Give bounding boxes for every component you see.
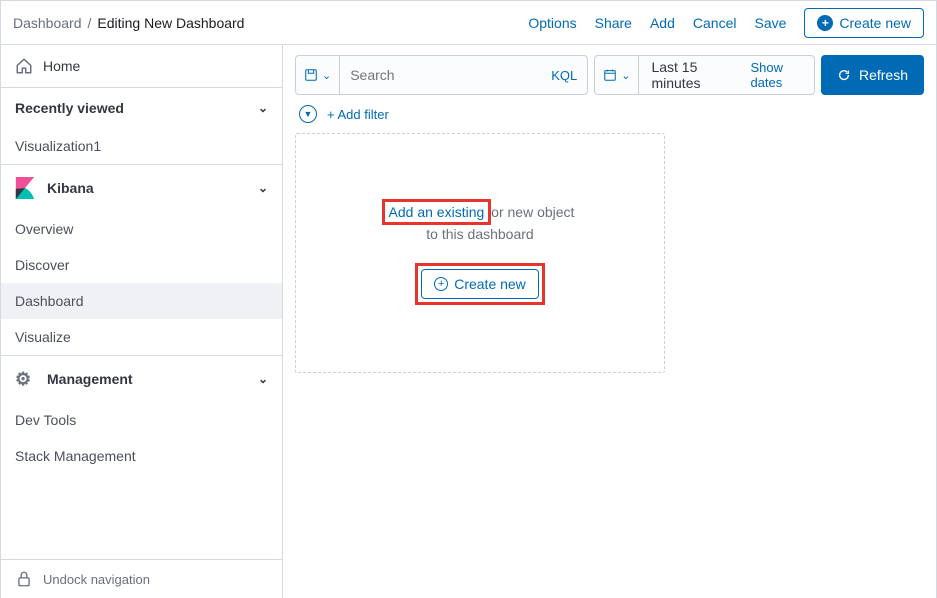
plus-circle-outline-icon: +	[434, 277, 448, 291]
dropzone-line2: to this dashboard	[426, 226, 533, 242]
main-content: ⌄ KQL ⌄ Last 15 minutes Show dates Refre…	[283, 45, 936, 598]
gear-icon: ⚙	[15, 368, 35, 390]
top-bar: Dashboard / Editing New Dashboard Option…	[1, 1, 936, 45]
breadcrumb-separator: /	[88, 15, 92, 31]
sidebar-item-dev-tools[interactable]: Dev Tools	[1, 402, 282, 438]
sidebar-item-overview[interactable]: Overview	[1, 211, 282, 247]
refresh-icon	[837, 68, 851, 82]
date-picker: ⌄ Last 15 minutes Show dates	[594, 55, 815, 95]
query-bar: ⌄ KQL ⌄ Last 15 minutes Show dates Refre…	[295, 55, 924, 95]
filter-bar: ▼ + Add filter	[295, 95, 924, 133]
kql-toggle[interactable]: KQL	[541, 68, 587, 83]
chevron-down-icon: ⌄	[258, 372, 268, 386]
filter-options-icon[interactable]: ▼	[299, 105, 317, 123]
lock-icon	[15, 570, 33, 588]
sidebar-home[interactable]: Home	[1, 45, 282, 88]
breadcrumb-current: Editing New Dashboard	[97, 15, 244, 31]
empty-dashboard-dropzone: Add an existing or new object to this da…	[295, 133, 665, 373]
options-link[interactable]: Options	[528, 15, 576, 31]
create-new-highlight: + Create new	[415, 263, 545, 305]
management-label: Management	[47, 371, 133, 387]
show-dates-link[interactable]: Show dates	[738, 60, 814, 90]
saved-query-menu[interactable]: ⌄	[296, 56, 340, 94]
dropzone-text: Add an existing or new object to this da…	[386, 201, 575, 246]
undock-label: Undock navigation	[43, 572, 150, 587]
chevron-down-icon: ⌄	[322, 69, 331, 82]
sidebar-section-kibana[interactable]: Kibana ⌄	[1, 164, 282, 211]
breadcrumb: Dashboard / Editing New Dashboard	[13, 15, 244, 31]
chevron-down-icon: ⌄	[258, 181, 268, 195]
undock-navigation[interactable]: Undock navigation	[1, 559, 282, 598]
sidebar: Home Recently viewed ⌄ Visualization1 Ki…	[1, 45, 283, 598]
save-link[interactable]: Save	[754, 15, 786, 31]
breadcrumb-root[interactable]: Dashboard	[13, 15, 82, 31]
plus-circle-icon: +	[817, 15, 833, 31]
sidebar-section-recently-viewed[interactable]: Recently viewed ⌄	[1, 88, 282, 128]
search-box: ⌄ KQL	[295, 55, 588, 95]
calendar-icon	[603, 68, 617, 82]
add-link[interactable]: Add	[650, 15, 675, 31]
refresh-label: Refresh	[859, 67, 908, 83]
cancel-link[interactable]: Cancel	[693, 15, 737, 31]
chevron-down-icon: ⌄	[621, 69, 630, 82]
sidebar-home-label: Home	[43, 58, 80, 74]
date-range-label[interactable]: Last 15 minutes	[639, 59, 738, 91]
chevron-down-icon: ⌄	[258, 101, 268, 115]
disk-icon	[304, 68, 318, 82]
home-icon	[15, 57, 33, 75]
add-existing-link[interactable]: Add an existing	[389, 204, 485, 220]
refresh-button[interactable]: Refresh	[821, 55, 924, 95]
dropzone-create-new-button[interactable]: + Create new	[421, 269, 539, 299]
recently-viewed-label: Recently viewed	[15, 100, 124, 116]
sidebar-item-dashboard[interactable]: Dashboard	[1, 283, 282, 319]
create-new-button[interactable]: + Create new	[804, 8, 924, 38]
kibana-logo-icon	[15, 177, 35, 199]
sidebar-item-stack-management[interactable]: Stack Management	[1, 438, 282, 474]
layout: Home Recently viewed ⌄ Visualization1 Ki…	[1, 45, 936, 598]
dropzone-create-new-label: Create new	[454, 276, 526, 292]
share-link[interactable]: Share	[595, 15, 632, 31]
sidebar-section-management[interactable]: ⚙ Management ⌄	[1, 355, 282, 402]
sidebar-recent-item[interactable]: Visualization1	[1, 128, 282, 164]
sidebar-item-visualize[interactable]: Visualize	[1, 319, 282, 355]
create-new-label: Create new	[839, 15, 911, 31]
topbar-actions: Options Share Add Cancel Save + Create n…	[528, 8, 924, 38]
date-quick-menu[interactable]: ⌄	[595, 56, 639, 94]
dropzone-or-new: or new object	[487, 204, 574, 220]
kibana-label: Kibana	[47, 180, 94, 196]
add-filter-link[interactable]: + Add filter	[327, 107, 389, 122]
sidebar-item-discover[interactable]: Discover	[1, 247, 282, 283]
search-input[interactable]	[340, 67, 541, 83]
